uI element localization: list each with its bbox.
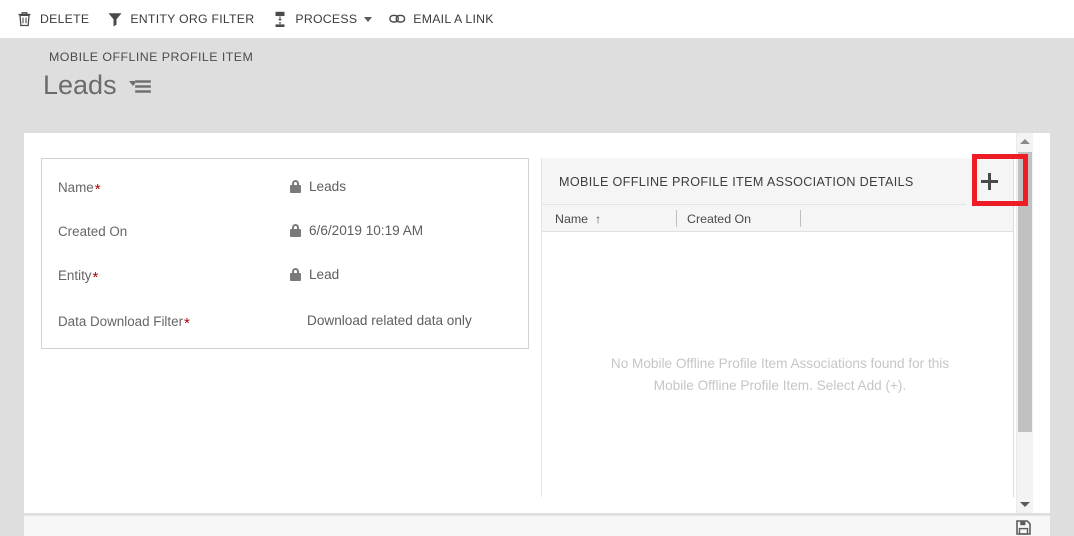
form-content-area: Name* Leads Created On 6/6/2019 10:19 AM xyxy=(24,133,1050,513)
association-details-title: MOBILE OFFLINE PROFILE ITEM ASSOCIATION … xyxy=(559,175,914,189)
field-label-data-download-filter: Data Download Filter* xyxy=(58,314,190,332)
chevron-down-icon xyxy=(1020,502,1030,507)
process-button-label: PROCESS xyxy=(295,12,358,26)
add-association-button[interactable] xyxy=(966,158,1013,205)
form-selector-bar xyxy=(134,85,151,88)
entity-org-filter-label: ENTITY ORG FILTER xyxy=(130,12,255,26)
email-a-link-button[interactable]: EMAIL A LINK xyxy=(381,0,502,38)
field-label-created-on: Created On xyxy=(58,224,128,239)
page-title: Leads xyxy=(43,70,117,100)
status-bar xyxy=(24,515,1050,536)
scrollbar-up-button[interactable] xyxy=(1017,133,1033,150)
field-value-entity: Lead xyxy=(290,267,339,282)
field-label-data-download-filter-text: Data Download Filter xyxy=(58,314,184,329)
chevron-up-icon xyxy=(1020,139,1030,144)
process-button[interactable]: PROCESS xyxy=(263,0,381,38)
process-flow-icon xyxy=(271,11,288,28)
field-value-entity-text: Lead xyxy=(309,267,340,282)
page-header: MOBILE OFFLINE PROFILE ITEM Leads xyxy=(0,39,1074,133)
field-label-entity-text: Entity xyxy=(58,268,92,283)
form-content-inner: Name* Leads Created On 6/6/2019 10:19 AM xyxy=(24,133,1033,513)
column-header-created-on[interactable]: Created On xyxy=(687,205,751,232)
field-row-entity: Entity* Lead xyxy=(42,259,528,303)
field-row-data-download-filter: Data Download Filter* Download related d… xyxy=(42,305,528,349)
column-divider[interactable] xyxy=(676,210,677,227)
field-label-entity: Entity* xyxy=(58,268,99,286)
empty-state-line-2: Mobile Offline Profile Item. Select Add … xyxy=(653,378,907,393)
scrollbar-down-button[interactable] xyxy=(1017,496,1033,513)
field-value-created-on-text: 6/6/2019 10:19 AM xyxy=(309,223,424,238)
form-selector-icon[interactable] xyxy=(128,79,151,96)
application-window: DELETE ENTITY ORG FILTER PROCESS EMAIL A… xyxy=(0,0,1074,536)
entity-type-label: MOBILE OFFLINE PROFILE ITEM xyxy=(49,50,254,64)
save-floppy-icon[interactable] xyxy=(1016,520,1031,535)
record-title-row: Leads xyxy=(43,72,151,99)
command-bar: DELETE ENTITY ORG FILTER PROCESS EMAIL A… xyxy=(0,0,1074,39)
required-marker: * xyxy=(92,269,99,286)
grid-body: No Mobile Offline Profile Item Associati… xyxy=(542,232,1013,497)
email-a-link-label: EMAIL A LINK xyxy=(413,12,494,26)
field-value-data-download-filter-text: Download related data only xyxy=(307,313,472,328)
column-header-name-label: Name xyxy=(555,211,589,226)
required-marker: * xyxy=(94,181,101,198)
column-divider[interactable] xyxy=(800,210,801,227)
lock-icon xyxy=(290,224,301,237)
association-details-header: MOBILE OFFLINE PROFILE ITEM ASSOCIATION … xyxy=(542,158,1013,205)
field-value-data-download-filter[interactable]: Download related data only xyxy=(307,313,472,328)
general-section-card: Name* Leads Created On 6/6/2019 10:19 AM xyxy=(41,158,529,349)
form-selector-bar xyxy=(134,80,151,83)
field-value-name: Leads xyxy=(290,179,346,194)
scrollbar-thumb[interactable] xyxy=(1018,152,1032,432)
filter-funnel-icon xyxy=(106,11,123,28)
required-marker: * xyxy=(184,315,190,332)
sort-ascending-icon: ↑ xyxy=(595,211,602,226)
lock-icon xyxy=(290,180,301,193)
field-value-created-on: 6/6/2019 10:19 AM xyxy=(290,223,423,238)
plus-icon xyxy=(981,173,998,190)
trash-icon xyxy=(16,11,33,28)
chevron-down-icon[interactable] xyxy=(364,16,373,22)
field-label-name: Name* xyxy=(58,180,101,198)
field-row-name: Name* Leads xyxy=(42,171,528,215)
entity-org-filter-button[interactable]: ENTITY ORG FILTER xyxy=(98,0,263,38)
delete-button[interactable]: DELETE xyxy=(8,0,98,38)
field-value-name-text: Leads xyxy=(309,179,347,194)
empty-state-message: No Mobile Offline Profile Item Associati… xyxy=(575,353,985,397)
delete-button-label: DELETE xyxy=(40,12,90,26)
association-details-panel: MOBILE OFFLINE PROFILE ITEM ASSOCIATION … xyxy=(541,158,1014,497)
grid-column-headers: Name ↑ Created On xyxy=(542,205,1013,232)
link-chain-icon xyxy=(389,11,406,28)
column-header-name[interactable]: Name ↑ xyxy=(555,205,601,232)
lock-icon xyxy=(290,268,301,281)
content-scrollbar[interactable] xyxy=(1016,133,1033,513)
empty-state-line-1: No Mobile Offline Profile Item Associati… xyxy=(610,356,950,371)
field-label-name-text: Name xyxy=(58,180,94,195)
column-header-created-on-label: Created On xyxy=(687,211,752,226)
field-row-created-on: Created On 6/6/2019 10:19 AM xyxy=(42,215,528,259)
form-selector-bar xyxy=(134,90,151,93)
